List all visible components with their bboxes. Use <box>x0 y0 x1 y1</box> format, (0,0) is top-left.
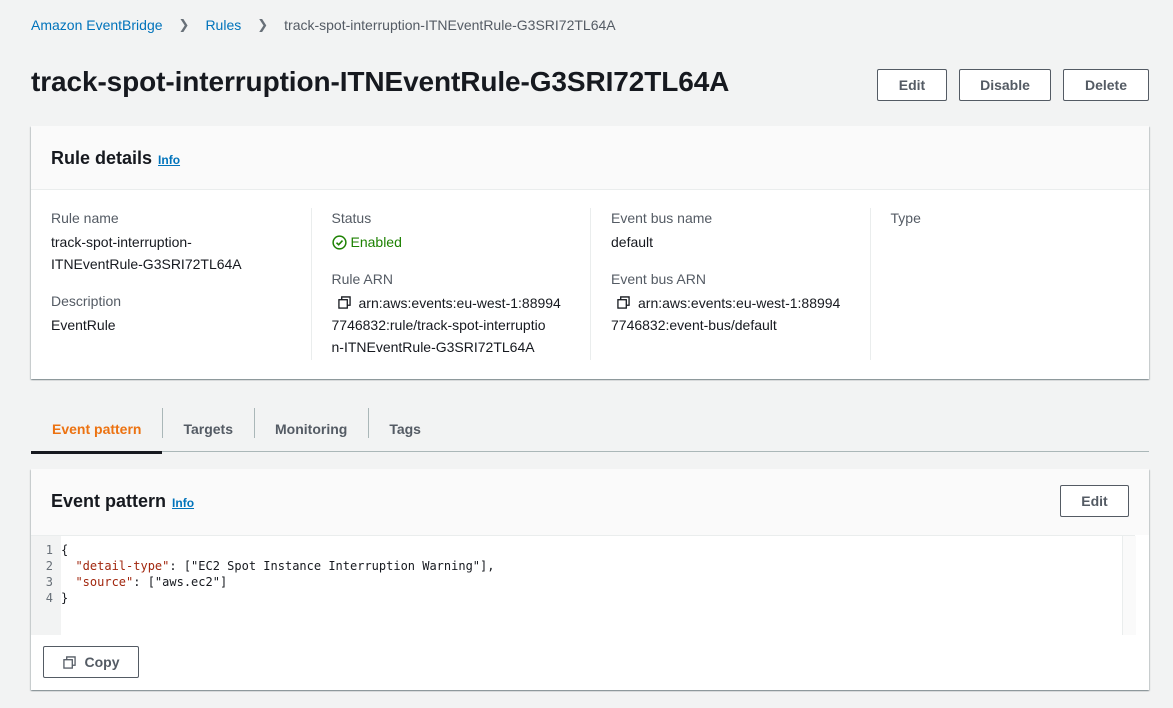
tab-event-pattern[interactable]: Event pattern <box>31 406 163 454</box>
breadcrumb-eventbridge-link[interactable]: Amazon EventBridge <box>31 17 163 33</box>
code-value: : ["EC2 Spot Instance Interruption Warni… <box>169 559 495 573</box>
event-bus-name-value: default <box>611 234 654 250</box>
delete-rule-button[interactable]: Delete <box>1063 69 1149 101</box>
rule-arn-row: arn:aws:events:eu-west-1:88994 <box>332 292 571 314</box>
copy-icon <box>62 655 76 669</box>
description-label: Description <box>51 293 122 309</box>
rule-arn-value-2: 7746832:rule/track-spot-interruptio <box>331 317 546 333</box>
code-line: 4 } <box>31 590 1135 606</box>
event-pattern-info-link[interactable]: Info <box>172 496 194 510</box>
code-text: "detail-type": ["EC2 Spot Instance Inter… <box>57 558 494 574</box>
rule-details-info-link[interactable]: Info <box>158 153 180 167</box>
copy-icon[interactable] <box>337 296 351 309</box>
code-line: 2 "detail-type": ["EC2 Spot Instance Int… <box>31 558 1135 574</box>
event-bus-arn-value-1: arn:aws:events:eu-west-1:88994 <box>638 295 841 311</box>
code-line: 1 { <box>31 542 1135 558</box>
rule-name-value-1: track-spot-interruption- <box>51 234 192 250</box>
breadcrumb-current: track-spot-interruption-ITNEventRule-G3S… <box>284 17 616 33</box>
code-text: } <box>61 591 69 605</box>
code-key: "source" <box>75 575 134 589</box>
rule-arn-label: Rule ARN <box>331 271 393 287</box>
rule-details-header: Rule details Info <box>31 126 1149 190</box>
rule-details-columns: Rule name track-spot-interruption- ITNEv… <box>31 190 1149 360</box>
rule-tabs: Event pattern Targets Monitoring Tags <box>31 406 1149 454</box>
chevron-right-icon: ❯ <box>178 17 190 32</box>
type-label: Type <box>890 210 921 226</box>
status-label: Status <box>331 210 372 226</box>
check-circle-icon <box>331 234 347 250</box>
event-bus-arn-row: arn:aws:events:eu-west-1:88994 <box>611 292 850 314</box>
rule-details-panel: Rule details Info Rule name track-spot-in… <box>31 126 1149 379</box>
rule-arn-value-1: arn:aws:events:eu-west-1:88994 <box>358 295 561 311</box>
code-value: : ["aws.ec2"] <box>133 575 228 589</box>
event-pattern-panel: Event pattern Info Edit 1 { 2 "detail-typ… <box>31 469 1149 690</box>
rule-name-value-2: ITNEventRule-G3SRI72TL64A <box>51 256 242 272</box>
tab-monitoring[interactable]: Monitoring <box>254 406 368 452</box>
copy-pattern-button[interactable]: Copy <box>43 646 139 678</box>
code-line: 3 "source": ["aws.ec2"] <box>31 574 1135 590</box>
code-key: "detail-type" <box>75 559 170 573</box>
rule-details-col-2: Status Enabled Rule ARN arn:aws:events:e… <box>310 208 591 360</box>
rule-details-col-3: Event bus name default Event bus ARN arn… <box>590 208 870 360</box>
rule-details-col-4: Type <box>869 208 1150 360</box>
status-value: Enabled <box>331 231 571 253</box>
tab-tags[interactable]: Tags <box>368 406 442 452</box>
event-bus-arn-value-2: 7746832:event-bus/default <box>611 317 777 333</box>
description-value: EventRule <box>51 317 116 333</box>
disable-rule-button[interactable]: Disable <box>959 69 1051 101</box>
code-lines: 1 { 2 "detail-type": ["EC2 Spot Instance… <box>31 536 1135 606</box>
code-scrollbar[interactable] <box>1122 536 1136 635</box>
page-title: track-spot-interruption-ITNEventRule-G3S… <box>31 66 730 97</box>
code-text: "source": ["aws.ec2"] <box>57 574 227 590</box>
code-editor[interactable]: 1 { 2 "detail-type": ["EC2 Spot Instance… <box>31 535 1136 635</box>
tab-targets[interactable]: Targets <box>162 406 254 452</box>
breadcrumb: Amazon EventBridge ❯ Rules ❯ track-spot-… <box>31 17 616 33</box>
event-bus-name-label: Event bus name <box>611 210 713 226</box>
code-text: { <box>61 543 69 557</box>
event-bus-arn-label: Event bus ARN <box>611 271 706 287</box>
copy-label: Copy <box>84 654 120 670</box>
line-number: 3 <box>45 575 53 589</box>
breadcrumb-rules-link[interactable]: Rules <box>205 17 241 33</box>
edit-pattern-button[interactable]: Edit <box>1060 485 1129 517</box>
line-number: 4 <box>45 591 53 605</box>
rule-name-label: Rule name <box>51 210 119 226</box>
line-number: 2 <box>45 559 53 573</box>
rule-arn-value-3: n-ITNEventRule-G3SRI72TL64A <box>331 339 535 355</box>
status-text: Enabled <box>350 234 402 250</box>
chevron-right-icon: ❯ <box>257 17 269 32</box>
event-pattern-header: Event pattern Info Edit <box>31 469 1149 535</box>
event-pattern-title: Event pattern <box>51 491 167 511</box>
edit-rule-button[interactable]: Edit <box>877 69 947 101</box>
rule-details-col-1: Rule name track-spot-interruption- ITNEv… <box>31 208 311 360</box>
copy-icon[interactable] <box>617 296 630 309</box>
line-number: 1 <box>45 543 53 557</box>
rule-details-title: Rule details <box>51 148 153 168</box>
